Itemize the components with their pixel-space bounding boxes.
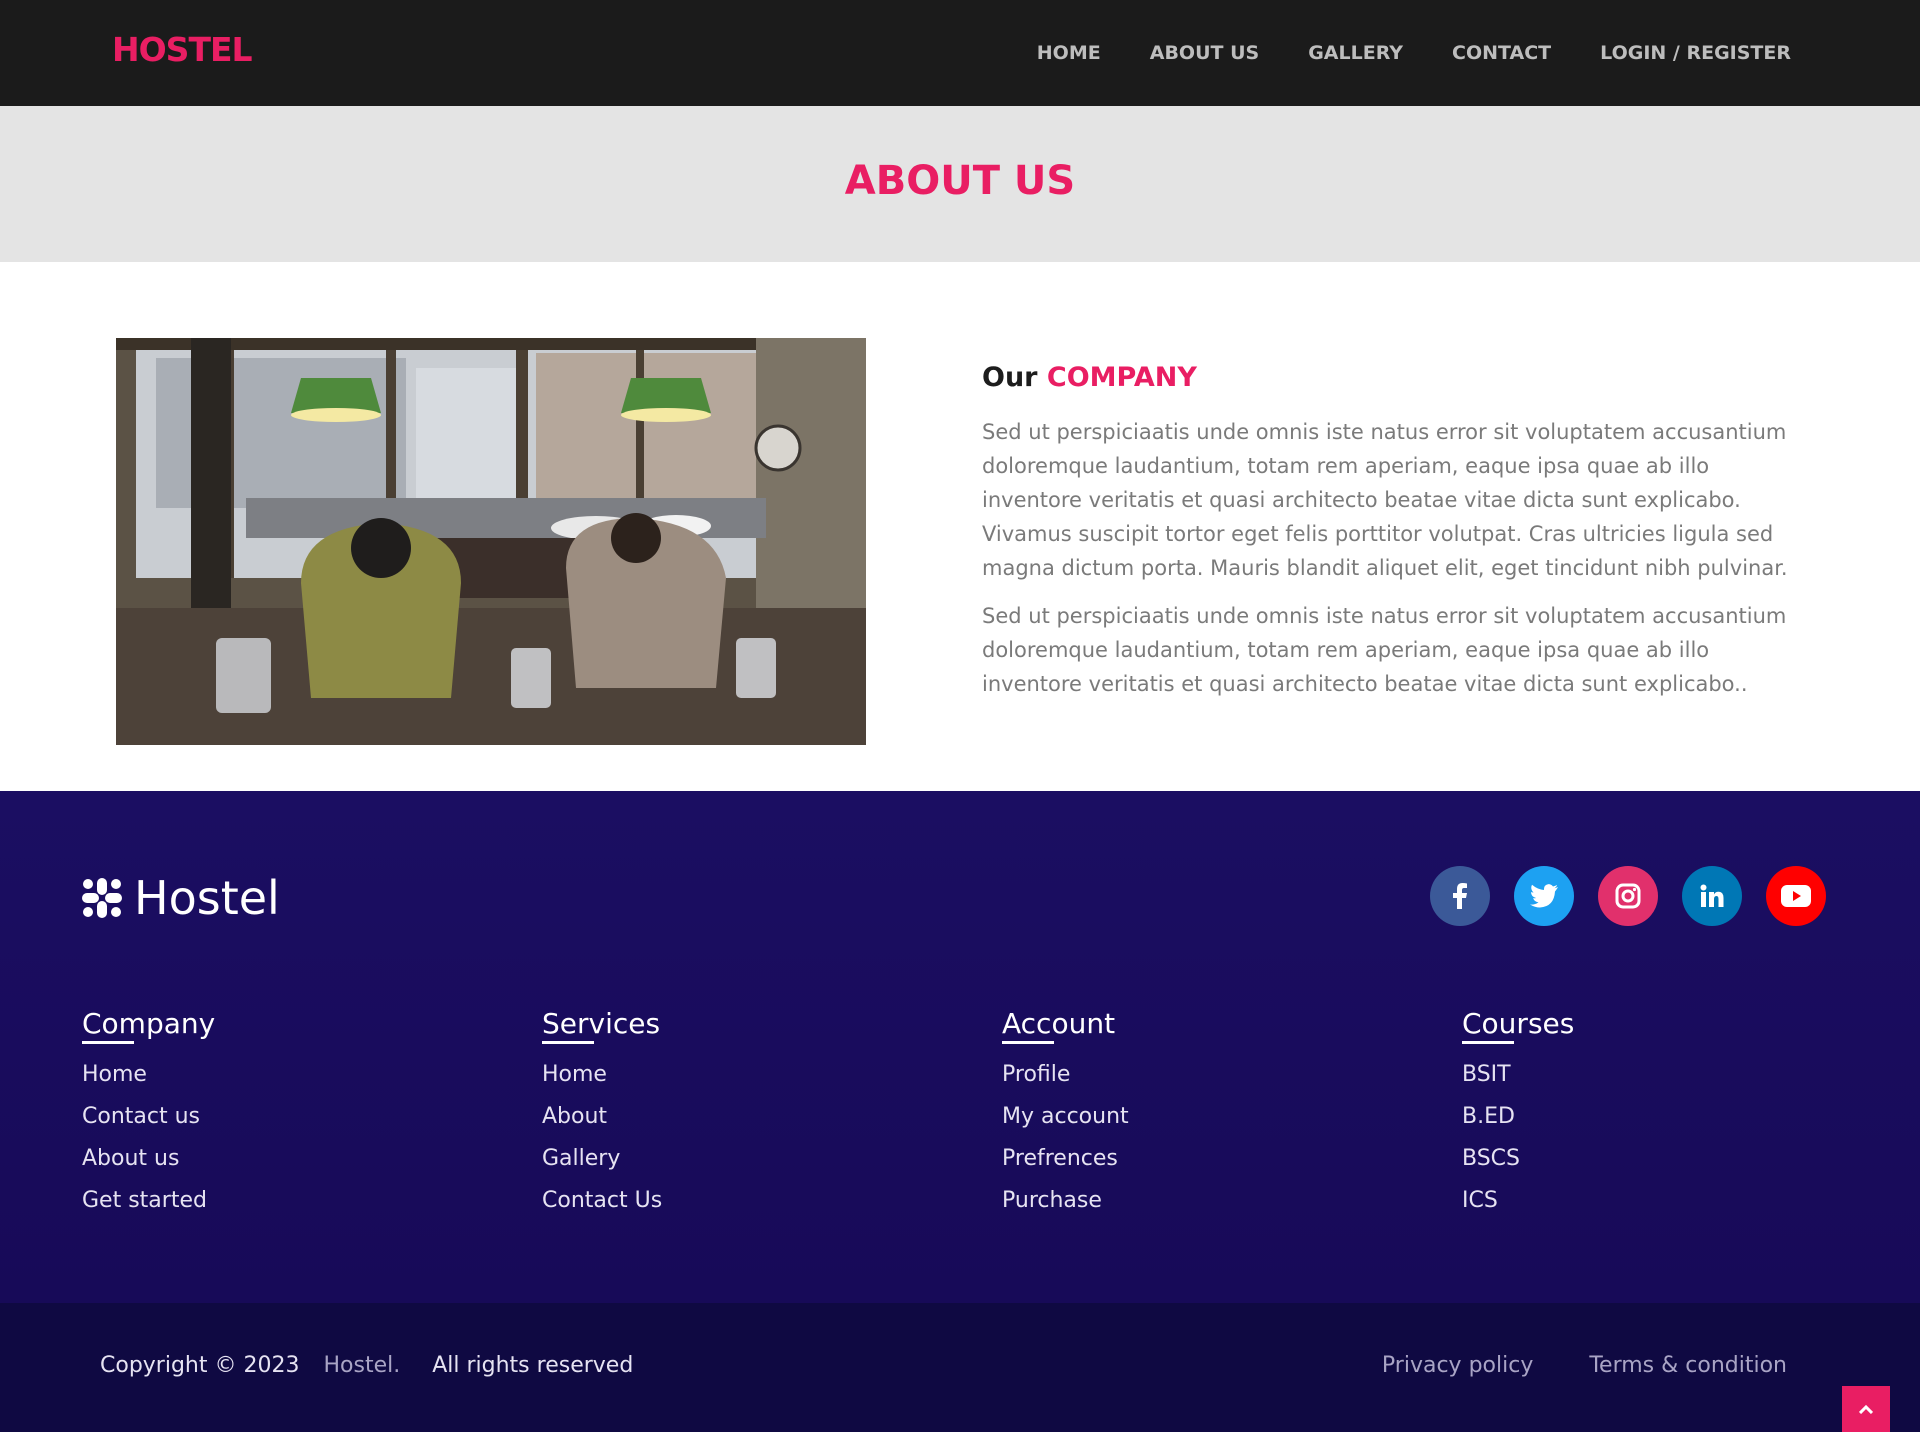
footer-link[interactable]: Home — [542, 1062, 1002, 1087]
about-heading-prefix: Our — [982, 362, 1038, 393]
chevron-up-icon — [1859, 1404, 1873, 1414]
footer-link[interactable]: ICS — [1462, 1188, 1920, 1213]
footer-link[interactable]: BSIT — [1462, 1062, 1920, 1087]
brand-logo[interactable]: HOSTEL — [112, 30, 253, 69]
nav-link-login-register[interactable]: LOGIN / REGISTER — [1600, 42, 1791, 64]
footer-column-title: Services — [542, 1007, 661, 1044]
slack-logo-icon — [82, 878, 122, 918]
footer-column-title: Courses — [1462, 1007, 1575, 1044]
footer-link[interactable]: Profile — [1002, 1062, 1462, 1087]
footer-link[interactable]: B.ED — [1462, 1104, 1920, 1129]
footer-link[interactable]: About us — [82, 1146, 542, 1171]
footer-link[interactable]: My account — [1002, 1104, 1462, 1129]
twitter-icon[interactable] — [1514, 866, 1574, 926]
footer-link[interactable]: Contact Us — [542, 1188, 1002, 1213]
facebook-icon[interactable] — [1430, 866, 1490, 926]
privacy-policy-link[interactable]: Privacy policy — [1382, 1353, 1533, 1378]
nav-link-contact[interactable]: CONTACT — [1452, 42, 1551, 64]
footer-link[interactable]: Prefrences — [1002, 1146, 1462, 1171]
footer-link[interactable]: Get started — [82, 1188, 542, 1213]
footer-columns: Company Home Contact us About us Get sta… — [82, 1007, 1920, 1230]
footer-link[interactable]: Gallery — [542, 1146, 1002, 1171]
footer-link[interactable]: Contact us — [82, 1104, 542, 1129]
about-paragraph-1: Sed ut perspiciaatis unde omnis iste nat… — [982, 420, 1788, 580]
copyright-brand[interactable]: Hostel. — [323, 1353, 400, 1378]
about-paragraph-2: Sed ut perspiciaatis unde omnis iste nat… — [982, 604, 1787, 696]
nav-link-gallery[interactable]: GALLERY — [1308, 42, 1403, 64]
nav-link-about-us[interactable]: ABOUT US — [1150, 42, 1259, 64]
about-heading-accent: COMPANY — [1046, 362, 1197, 393]
footer-column-title: Company — [82, 1007, 216, 1044]
youtube-icon[interactable] — [1766, 866, 1826, 926]
linkedin-icon[interactable] — [1682, 866, 1742, 926]
footer-column-company: Company Home Contact us About us Get sta… — [82, 1007, 542, 1230]
footer-link[interactable]: Purchase — [1002, 1188, 1462, 1213]
footer-link[interactable]: Home — [82, 1062, 542, 1087]
nav-links: HOME ABOUT US GALLERY CONTACT LOGIN / RE… — [988, 0, 1791, 106]
back-to-top-button[interactable] — [1842, 1386, 1890, 1432]
copyright-text: Copyright © 2023 — [100, 1353, 300, 1378]
footer-logo[interactable]: Hostel — [82, 871, 280, 925]
social-links — [1406, 866, 1826, 926]
about-heading: Our COMPANY — [982, 362, 1790, 393]
navbar: HOSTEL HOME ABOUT US GALLERY CONTACT LOG… — [0, 0, 1920, 106]
terms-link[interactable]: Terms & condition — [1589, 1353, 1787, 1378]
legal-links: Privacy policy Terms & condition — [1326, 1353, 1787, 1378]
footer: Hostel Company Home Contact us About us … — [0, 791, 1920, 1303]
rights-text: All rights reserved — [432, 1353, 634, 1378]
about-section: Our COMPANY Sed ut perspiciaatis unde om… — [982, 362, 1790, 715]
footer-logo-text: Hostel — [134, 871, 280, 925]
copyright: Copyright © 2023 Hostel. All rights rese… — [100, 1353, 633, 1378]
hostel-lounge-photo — [116, 338, 866, 745]
page-title: ABOUT US — [844, 158, 1076, 204]
footer-column-courses: Courses BSIT B.ED BSCS ICS — [1462, 1007, 1920, 1230]
footer-column-account: Account Profile My account Prefrences Pu… — [1002, 1007, 1462, 1230]
footer-column-services: Services Home About Gallery Contact Us — [542, 1007, 1002, 1230]
page-header: ABOUT US — [0, 106, 1920, 262]
footer-link[interactable]: About — [542, 1104, 1002, 1129]
instagram-icon[interactable] — [1598, 866, 1658, 926]
lounge-illustration — [116, 338, 866, 745]
footer-link[interactable]: BSCS — [1462, 1146, 1920, 1171]
footer-column-title: Account — [1002, 1007, 1116, 1044]
nav-link-home[interactable]: HOME — [1037, 42, 1101, 64]
bottom-bar: Copyright © 2023 Hostel. All rights rese… — [0, 1303, 1920, 1432]
